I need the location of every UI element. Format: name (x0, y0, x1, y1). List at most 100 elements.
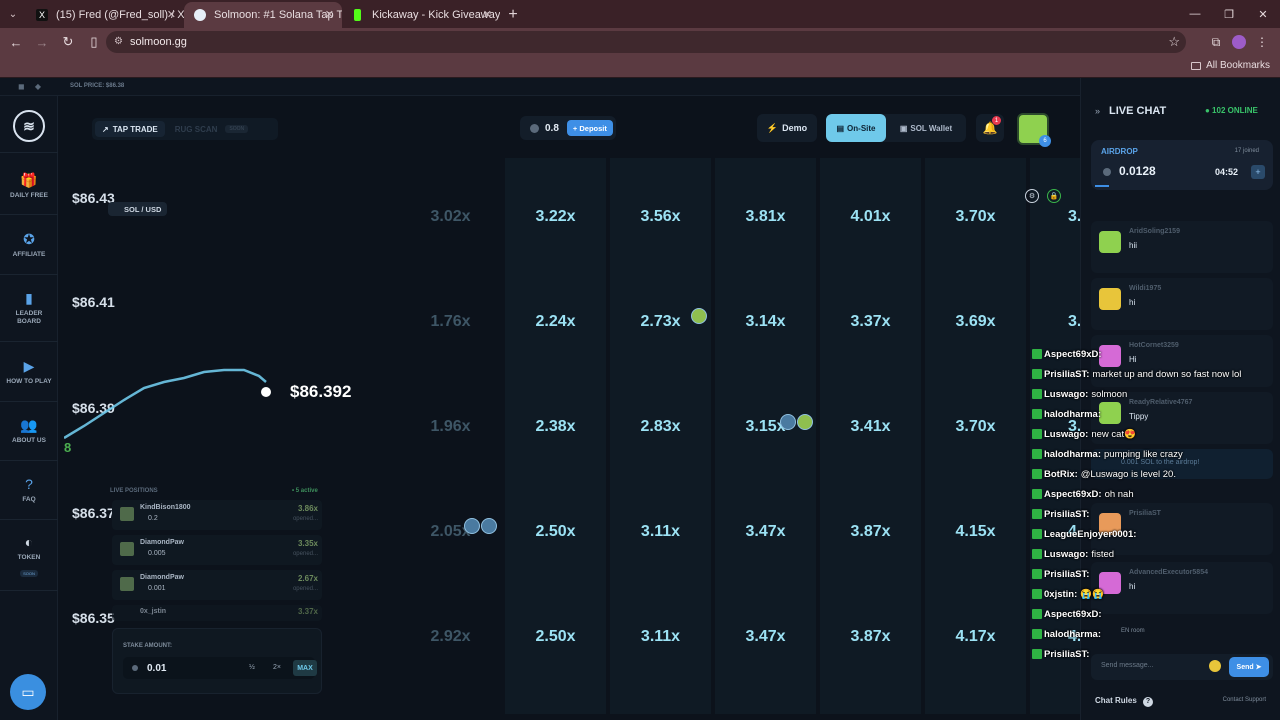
sidebar-item-daily-free[interactable]: 🎁 DAILY FREE (0, 172, 58, 200)
grid-cell[interactable]: 3.14x (713, 269, 818, 374)
lock-icon[interactable]: 🔒 (1047, 189, 1061, 203)
settings-icon[interactable]: ⚙ (1025, 189, 1039, 203)
overlay-chat-line: halodharma: (1032, 404, 1272, 424)
price-line-chart (64, 368, 271, 440)
all-bookmarks-button[interactable]: All Bookmarks (1191, 60, 1270, 71)
overlay-chat-line: Luswago: new cat😍 (1032, 424, 1272, 444)
overlay-chat-line: Luswago: fisted (1032, 544, 1272, 564)
soon-badge: SOON (20, 570, 38, 577)
new-tab-button[interactable]: + (500, 2, 526, 28)
grid-cell[interactable]: 2.38x (503, 374, 608, 479)
grid-cell[interactable]: 4.01x (818, 164, 923, 269)
sidebar-item-token[interactable]: ◐ TOKEN SOON (0, 534, 58, 580)
grid-cell[interactable]: 3.56x (608, 164, 713, 269)
grid-cell[interactable]: 3.41x (818, 374, 923, 479)
sidebar-item-affiliate[interactable]: ✪ AFFILIATE (0, 231, 58, 259)
demo-label: Demo (782, 123, 808, 133)
divider (0, 214, 58, 215)
overlay-chat-user: 0xjstin: (1044, 588, 1078, 600)
close-icon[interactable]: ✕ (167, 8, 176, 21)
position-mult: 3.86x (297, 504, 318, 513)
airdrop-join-button[interactable]: + (1251, 165, 1265, 179)
airdrop-card: AIRDROP 17 joined 0.0128 04:52 + (1091, 140, 1273, 190)
sidebar-item-how-to-play[interactable]: ▶ HOW TO PLAY (0, 358, 58, 386)
overlay-chat-text: solmoon (1091, 388, 1128, 400)
contact-support-link[interactable]: Contact Support (1223, 697, 1266, 703)
grid-cell[interactable]: 4.17x (923, 584, 1028, 689)
on-site-button[interactable]: ▤ On-Site (826, 114, 886, 142)
social-icons[interactable]: ◼ ◆ (18, 82, 45, 91)
grid-cell[interactable]: 3.70x (923, 164, 1028, 269)
tab-kickaway[interactable]: Kickaway - Kick Giveaway Tool ✕ (342, 2, 500, 28)
grid-cell[interactable]: 3.70x (923, 374, 1028, 479)
close-icon[interactable]: ✕ (483, 8, 492, 21)
demo-button[interactable]: ⚡ Demo (757, 114, 817, 142)
kick-badge-icon (1032, 389, 1042, 399)
user-avatar[interactable]: 6 (1017, 113, 1051, 147)
grid-cell[interactable]: 2.50x (503, 584, 608, 689)
grid-cell[interactable]: 2.83x (608, 374, 713, 479)
grid-cell[interactable]: 2.24x (503, 269, 608, 374)
tab-x[interactable]: X (15) Fred (@Fred_soll) / X ✕ (26, 2, 184, 28)
bookmark-star-icon[interactable]: ☆ (1168, 34, 1180, 50)
sidebar-item-label: TOKEN (17, 554, 41, 561)
sidebar-item-leaderboard[interactable]: ▮ LEADER BOARD (0, 290, 58, 326)
sidebar-item-label: HOW TO PLAY (6, 378, 52, 385)
address-bar[interactable]: ⚙ solmoon.gg ☆ (106, 31, 1186, 53)
grid-cell[interactable]: 3.87x (818, 479, 923, 584)
chat-text: hii (1129, 241, 1138, 250)
reload-icon[interactable]: ↻ (56, 30, 80, 54)
collapse-icon[interactable]: » (1095, 106, 1100, 116)
double-button[interactable]: 2× (273, 664, 281, 671)
grid-cell[interactable]: 3.81x (713, 164, 818, 269)
sidebar-icon[interactable]: ▯ (82, 30, 106, 54)
kick-badge-icon (1032, 529, 1042, 539)
restore-icon[interactable]: ❐ (1212, 0, 1246, 28)
grid-cell[interactable]: 2.50x (503, 479, 608, 584)
sidebar-item-faq[interactable]: ? FAQ (0, 476, 58, 504)
close-window-icon[interactable]: ✕ (1246, 0, 1280, 28)
chat-rules-link[interactable]: Chat Rules ? (1095, 696, 1154, 707)
tab-solmoon[interactable]: Solmoon: #1 Solana Tap Trading ✕ (184, 2, 342, 28)
sidebar-item-about-us[interactable]: 👥 ABOUT US (0, 417, 58, 445)
grid-cell[interactable]: 3.11x (608, 479, 713, 584)
tab-search-icon[interactable]: ⌄ (0, 0, 26, 28)
notifications-button[interactable]: 🔔 1 (976, 114, 1004, 142)
grid-cell[interactable]: 3.69x (923, 269, 1028, 374)
level-badge: 6 (1039, 135, 1051, 147)
tap-trade-tab[interactable]: ↗ TAP TRADE (95, 121, 165, 137)
grid-cell[interactable]: 1.96x (398, 374, 503, 479)
forward-icon[interactable]: → (30, 30, 54, 54)
grid-cell[interactable]: 4.15x (923, 479, 1028, 584)
grid-cell[interactable]: 3.22x (503, 164, 608, 269)
back-icon[interactable]: ← (4, 30, 28, 54)
stake-input[interactable]: 0.01 ½ 2× MAX (123, 657, 317, 679)
profile-avatar[interactable] (1232, 35, 1246, 49)
sidebar: ≋ 🎁 DAILY FREE ✪ AFFILIATE ▮ LEADER BOAR… (0, 96, 58, 720)
grid-cell[interactable]: 1.76x (398, 269, 503, 374)
chat-support-button[interactable]: ▭ (10, 674, 46, 710)
site-info-icon[interactable]: ⚙ (114, 36, 123, 47)
solmoon-logo[interactable]: ≋ (13, 110, 45, 142)
close-icon[interactable]: ✕ (325, 8, 334, 21)
sol-wallet-button[interactable]: ▣ SOL Wallet (886, 114, 966, 142)
grid-cell[interactable]: 3.47x (713, 479, 818, 584)
grid-cell[interactable]: 3.47x (713, 584, 818, 689)
grid-cell[interactable]: 3.87x (818, 584, 923, 689)
minimize-icon[interactable]: — (1178, 0, 1212, 28)
sol-price-text: SOL PRICE: $86.38 (70, 83, 125, 89)
deposit-button[interactable]: + Deposit (566, 120, 613, 136)
max-button[interactable]: MAX (293, 660, 317, 676)
kick-badge-icon (1032, 629, 1042, 639)
grid-cell[interactable]: 3.02x (398, 164, 503, 269)
extensions-icon[interactable]: ⧉ (1204, 30, 1228, 54)
half-button[interactable]: ½ (249, 664, 255, 671)
divider (0, 519, 58, 520)
grid-cell[interactable]: 2.92x (398, 584, 503, 689)
grid-cell[interactable]: 3.37x (818, 269, 923, 374)
menu-icon[interactable]: ⋮ (1250, 30, 1274, 54)
toolbar-right: ⧉ ⋮ (1204, 30, 1274, 54)
airdrop-progress (1095, 185, 1109, 187)
grid-cell[interactable]: 3.11x (608, 584, 713, 689)
rug-scan-tab[interactable]: RUG SCAN (175, 125, 218, 134)
